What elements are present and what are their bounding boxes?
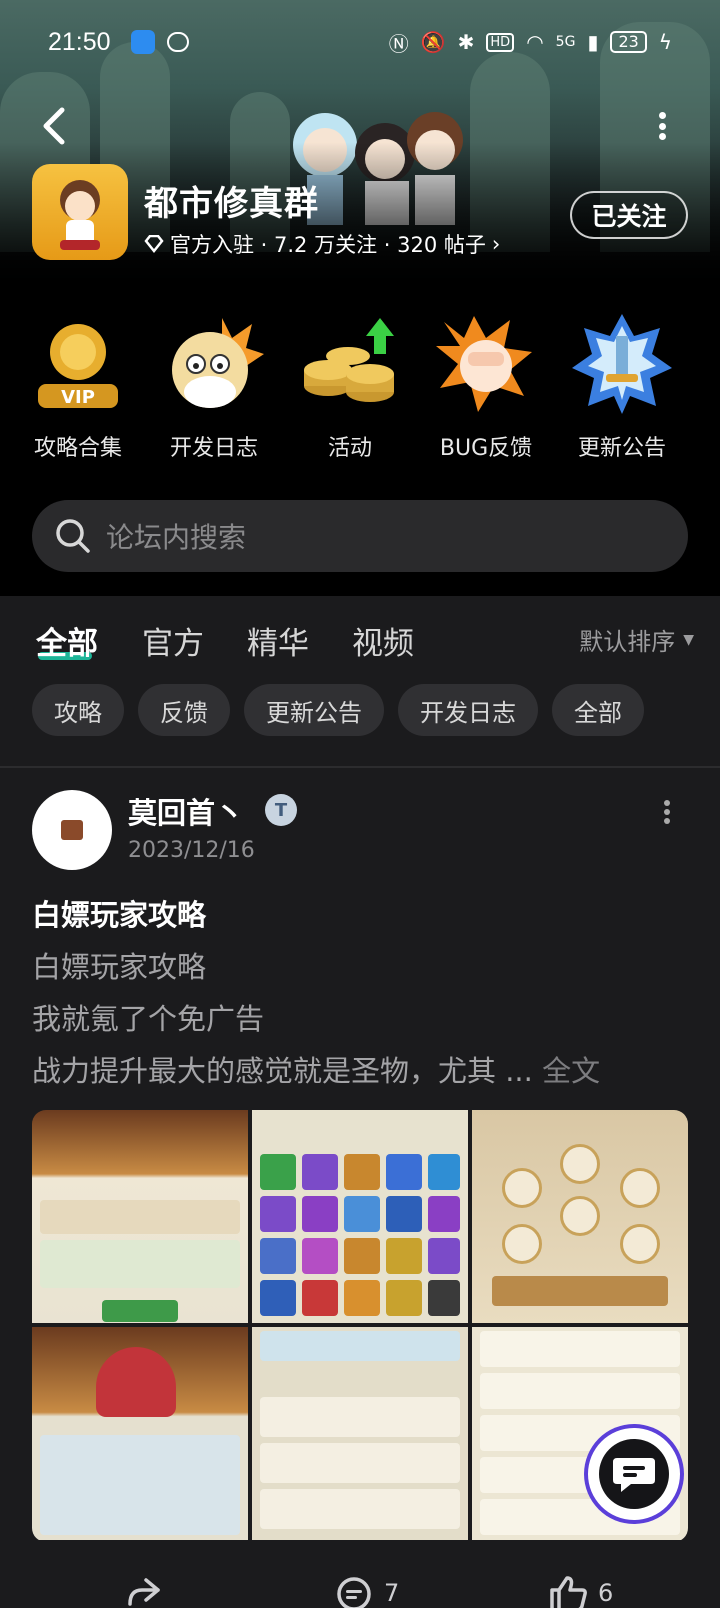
quick-entry-announcements[interactable]: 更新公告 <box>552 312 692 462</box>
vip-trophy-icon: VIP <box>26 312 130 416</box>
quick-entry-label: 更新公告 <box>577 436 666 461</box>
bluetooth-icon: ✱ <box>457 30 475 54</box>
charging-icon: ϟ <box>658 30 672 54</box>
quick-entry-devlog[interactable]: 开发日志 <box>144 312 284 462</box>
doge-icon <box>162 312 266 416</box>
chat-floating-button[interactable] <box>584 1424 684 1524</box>
comment-icon <box>337 1577 371 1608</box>
sort-dropdown[interactable]: 默认排序 ▼ <box>579 622 694 657</box>
forum-page: 21:50 Ⓝ 🔕 ✱ HD ◠ 5G ▮ 23 ϟ 都市修真群 官方入驻 · … <box>0 0 720 1608</box>
quick-entries: VIP 攻略合集 开发日志 活动 BUG反馈 更新公告 论坛内搜索 <box>0 292 720 596</box>
status-bar: 21:50 Ⓝ 🔕 ✱ HD ◠ 5G ▮ 23 ϟ <box>0 22 720 62</box>
thumbs-up-icon <box>550 1576 587 1608</box>
chip-announcements[interactable]: 更新公告 <box>244 684 384 736</box>
forum-name: 都市修真群 <box>144 184 319 224</box>
share-button[interactable] <box>124 1576 164 1608</box>
share-icon <box>128 1578 160 1606</box>
tab-featured[interactable]: 精华 <box>247 618 309 663</box>
post-body-excerpt: 战力提升最大的感觉就是圣物，尤其 ... <box>32 1054 533 1088</box>
hd-icon: HD <box>486 32 515 52</box>
more-menu-button[interactable] <box>656 112 668 140</box>
chevron-right-icon: › <box>491 232 501 256</box>
tab-video[interactable]: 视频 <box>352 618 414 663</box>
forum-search[interactable]: 论坛内搜索 <box>32 500 688 572</box>
search-placeholder: 论坛内搜索 <box>106 521 247 554</box>
quick-entry-label: 攻略合集 <box>33 436 122 461</box>
diamond-icon <box>144 235 164 253</box>
category-chips: 攻略 反馈 更新公告 开发日志 全部 <box>32 684 644 736</box>
fist-icon <box>434 312 538 416</box>
post-image[interactable] <box>32 1327 248 1540</box>
browser-app-icon <box>130 30 155 54</box>
post-image[interactable] <box>252 1110 468 1323</box>
sword-badge-icon <box>570 312 674 416</box>
chip-feedback[interactable]: 反馈 <box>138 684 230 736</box>
author-name[interactable]: 莫回首丶 <box>128 790 244 832</box>
chat-bubble-icon <box>613 1458 655 1492</box>
mute-icon: 🔕 <box>420 30 446 54</box>
quick-entry-label: BUG反馈 <box>439 436 533 461</box>
back-button[interactable] <box>36 104 72 148</box>
post-image[interactable] <box>32 1110 248 1323</box>
author-avatar[interactable] <box>32 790 112 870</box>
caret-down-icon: ▼ <box>683 631 694 648</box>
user-level-badge: T <box>265 794 297 826</box>
comment-count: 7 <box>384 1579 400 1607</box>
post-more-button[interactable] <box>662 800 672 824</box>
chip-all[interactable]: 全部 <box>552 684 644 736</box>
forum-avatar <box>32 164 128 260</box>
quick-entry-events[interactable]: 活动 <box>280 312 420 462</box>
svg-text:VIP: VIP <box>61 387 95 408</box>
wechat-app-icon <box>166 32 189 52</box>
nfc-icon: Ⓝ <box>388 31 409 56</box>
signal-network-label: 5G <box>555 34 576 50</box>
quick-entry-label: 活动 <box>327 436 372 461</box>
forum-meta[interactable]: 官方入驻 · 7.2 万关注 · 320 帖子 › <box>144 229 500 259</box>
post-body-line: 白嫖玩家攻略 <box>32 950 207 984</box>
quick-entry-label: 开发日志 <box>169 436 258 461</box>
fulltext-link[interactable]: 全文 <box>542 1054 600 1088</box>
follow-button[interactable]: 已关注 <box>570 191 688 239</box>
signal-icon: ▮ <box>587 30 599 54</box>
like-count: 6 <box>598 1579 614 1607</box>
status-time: 21:50 <box>48 27 111 56</box>
like-button[interactable]: 6 <box>548 1576 613 1608</box>
post-title: 白嫖玩家攻略 <box>32 898 207 932</box>
post-date: 2023/12/16 <box>128 838 255 863</box>
chip-guides[interactable]: 攻略 <box>32 684 124 736</box>
sort-label: 默认排序 <box>579 628 676 656</box>
coins-icon <box>298 312 402 416</box>
tab-official[interactable]: 官方 <box>142 618 204 663</box>
post-body-line-last: 战力提升最大的感觉就是圣物，尤其 ... 全文 <box>32 1048 600 1090</box>
tab-all[interactable]: 全部 <box>36 618 98 663</box>
post-body-line: 我就氪了个免广告 <box>32 1002 265 1036</box>
quick-entry-guides[interactable]: VIP 攻略合集 <box>8 312 148 462</box>
back-arrow-icon <box>43 107 65 145</box>
post-tabs: 全部 官方 精华 视频 默认排序 ▼ 攻略 反馈 更新公告 开发日志 全部 <box>0 596 720 766</box>
post-actions: 7 6 <box>0 1568 720 1608</box>
search-icon <box>56 519 90 553</box>
forum-meta-text: 官方入驻 · 7.2 万关注 · 320 帖子 <box>170 233 486 257</box>
post-image[interactable] <box>252 1327 468 1540</box>
wifi-icon: ◠ <box>526 30 544 54</box>
comment-button[interactable]: 7 <box>334 1576 399 1608</box>
chip-devlog[interactable]: 开发日志 <box>398 684 538 736</box>
battery-level: 23 <box>610 31 647 53</box>
quick-entry-bug-report[interactable]: BUG反馈 <box>416 312 556 462</box>
post-image[interactable] <box>472 1110 688 1323</box>
